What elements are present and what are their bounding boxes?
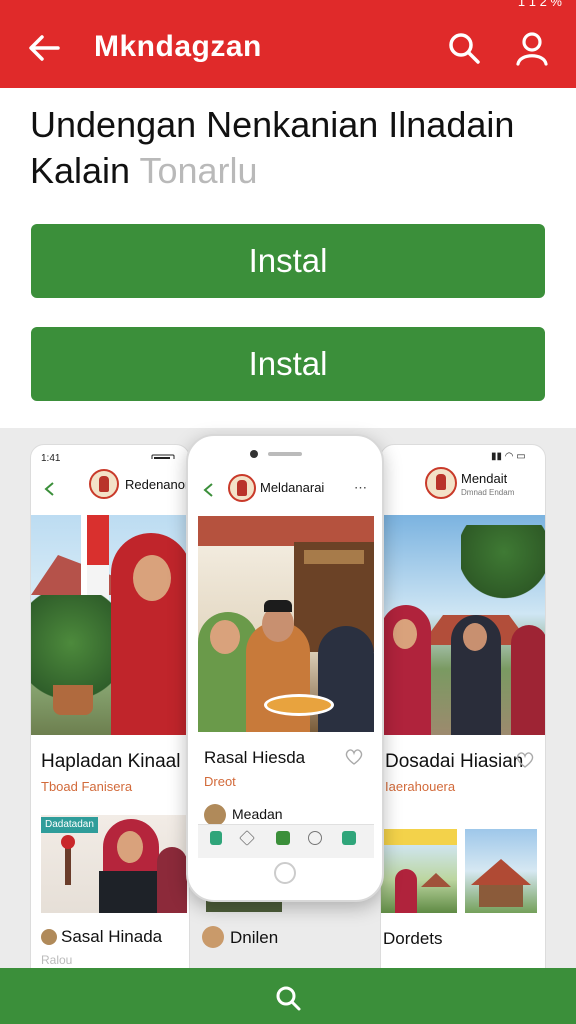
profile-name: Meldanarai	[260, 480, 325, 495]
search-icon[interactable]	[274, 984, 302, 1012]
search-icon[interactable]	[446, 30, 482, 66]
photo-village-scene	[381, 829, 457, 913]
bottom-label: Dordets	[383, 929, 443, 948]
bottom-faded-label: Ralou	[41, 953, 73, 967]
card-subtitle: Tboad Fanisera	[41, 779, 133, 794]
photo-village-people	[381, 515, 545, 735]
photo-women-indoor: Dadatadan	[41, 815, 187, 913]
circle-nav-icon[interactable]	[308, 831, 322, 845]
app-bar: 1 1 2 % Mkndagzan	[0, 0, 576, 88]
app-title: Mkndagzan	[94, 30, 262, 63]
card-subtitle: Dreot	[204, 774, 236, 789]
profile-name: Mendait	[461, 471, 508, 486]
account-icon[interactable]	[514, 30, 550, 66]
emblem-logo-icon	[425, 467, 457, 499]
page-heading: Undengan Nenkanian Ilnadain Kalain Tonar…	[30, 102, 550, 194]
user-name: Meadan	[232, 806, 283, 822]
speaker-grille	[268, 452, 302, 456]
card-title: Rasal Hiesda	[204, 748, 306, 767]
heading-faded-text: Tonarlu	[139, 150, 258, 191]
install-button-primary[interactable]: Instal	[31, 224, 545, 298]
bottom-label: Sasal Hinada	[61, 927, 163, 946]
heading-text: Undengan Nenkanian Ilnadain Kalain	[30, 104, 515, 191]
back-chevron-icon[interactable]	[202, 482, 216, 498]
screenshot-left[interactable]: 1:41 Redenanon Hapladan Kinaal Tboad Fan…	[30, 444, 190, 984]
photo-traditional-house	[465, 829, 537, 913]
photo-tag: Dadatadan	[41, 817, 98, 833]
explore-nav-icon[interactable]	[239, 830, 255, 846]
more-options-icon[interactable]: ⋯	[354, 480, 367, 496]
bottom-nav	[198, 824, 374, 858]
signal-wifi-battery-icon: ▮▮ ◠ ▭	[491, 451, 526, 462]
avatar	[41, 929, 57, 945]
status-indicators: 1 1 2 %	[517, 0, 562, 9]
shield-nav-icon[interactable]	[276, 831, 290, 845]
photo-woman-hijab	[31, 515, 189, 735]
back-arrow-icon[interactable]	[24, 30, 64, 66]
bottom-search-bar[interactable]	[0, 968, 576, 1024]
profile-name: Redenanon	[125, 477, 189, 492]
screenshot-center-phone[interactable]: Meldanarai ⋯ Rasal Hiesda Dreot Meadan	[186, 434, 384, 902]
card-title: Hapladan Kinaal	[41, 751, 181, 772]
screenshot-right[interactable]: ▮▮ ◠ ▭ Mendait Dmnad Endam Dosadai Hiasi…	[380, 444, 546, 984]
back-chevron-icon[interactable]	[43, 481, 57, 497]
avatar	[202, 926, 224, 948]
install-button-secondary[interactable]: Instal	[31, 327, 545, 401]
card-subtitle: Iaerahouera	[385, 779, 456, 794]
photo-family-meal	[198, 516, 374, 732]
home-nav-icon[interactable]	[210, 831, 222, 845]
heart-icon[interactable]	[344, 748, 364, 766]
profile-subtitle: Dmnad Endam	[461, 488, 515, 497]
profile-nav-icon[interactable]	[342, 831, 356, 845]
home-button-icon[interactable]	[274, 862, 296, 884]
battery-icon	[151, 451, 181, 459]
emblem-logo-icon	[89, 469, 119, 499]
camera-dot	[250, 450, 258, 458]
card-title: Dosadai Hiasian	[385, 751, 524, 772]
emblem-logo-icon	[228, 474, 256, 502]
avatar	[204, 804, 226, 826]
heart-icon[interactable]	[515, 751, 535, 769]
bottom-label-mid: Dnilen	[230, 928, 279, 947]
status-time: 1:41	[41, 453, 61, 464]
